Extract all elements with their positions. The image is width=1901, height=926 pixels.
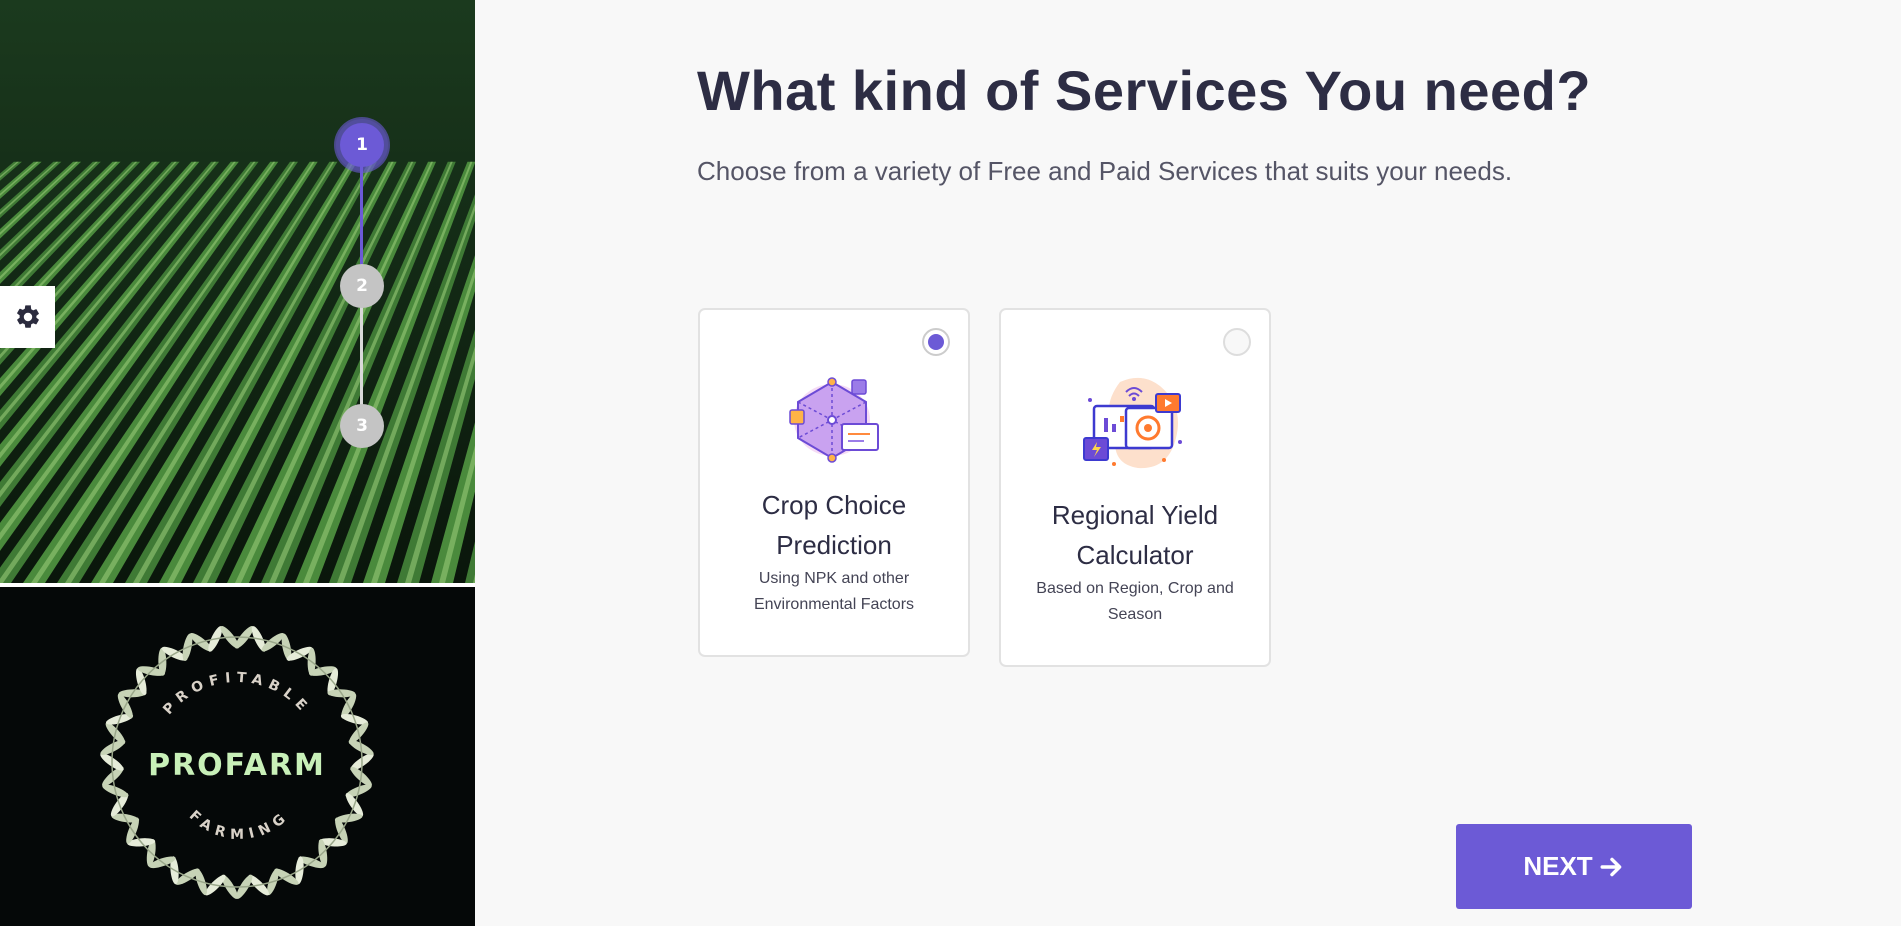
arrow-right-icon: [1600, 857, 1621, 876]
logo-brand: PROFARM: [148, 748, 326, 783]
service-title-crop-choice: Crop Choice Prediction: [700, 485, 968, 565]
svg-text:PROFITABLE: PROFITABLE: [160, 670, 314, 718]
service-title-line1: Crop Choice: [761, 490, 907, 520]
service-desc-crop-choice: Using NPK and other Environmental Factor…: [720, 566, 948, 618]
service-card-crop-choice[interactable]: Crop Choice Prediction Using NPK and oth…: [698, 308, 970, 657]
service-desc-regional-yield: Based on Region, Crop and Season: [1021, 576, 1249, 628]
step-1-label: 1: [356, 135, 368, 155]
service-title-line2: Calculator: [1076, 540, 1194, 570]
step-2-label: 2: [356, 276, 368, 296]
service-card-regional-yield[interactable]: Regional Yield Calculator Based on Regio…: [999, 308, 1271, 667]
service-desc-line1: Based on Region, Crop and: [1036, 580, 1234, 597]
service-desc-line2: Season: [1107, 606, 1163, 623]
page-subtitle: Choose from a variety of Free and Paid S…: [697, 156, 1513, 186]
profarm-logo: PROFITABLE PROFARM FARMING: [100, 625, 374, 899]
gear-icon: [16, 305, 39, 328]
service-desc-line1: Using NPK and other: [758, 570, 910, 587]
service-title-regional-yield: Regional Yield Calculator: [1001, 495, 1269, 575]
crop-field-image: [0, 0, 475, 583]
left-panel: PROFITABLE PROFARM FARMING 1 2 3: [0, 0, 475, 926]
settings-button[interactable]: [0, 286, 55, 348]
svg-text:FARMING: FARMING: [186, 808, 293, 843]
step-2[interactable]: 2: [340, 264, 384, 308]
next-button[interactable]: NEXT: [1456, 824, 1692, 909]
page-title: What kind of Services You need?: [697, 59, 1592, 122]
logo-area: PROFITABLE PROFARM FARMING: [0, 587, 475, 926]
service-desc-line2: Environmental Factors: [753, 596, 915, 613]
network-analysis-icon: [789, 377, 879, 463]
next-button-label: NEXT: [1523, 851, 1593, 881]
logo-top-text: PROFITABLE: [160, 670, 308, 718]
step-3[interactable]: 3: [340, 404, 384, 448]
step-3-label: 3: [356, 416, 368, 436]
service-title-line1: Regional Yield: [1051, 500, 1219, 530]
step-1[interactable]: 1: [340, 123, 384, 167]
service-title-line2: Prediction: [776, 530, 892, 560]
crop-rows-graphic: [0, 0, 475, 583]
service-radio-regional-yield[interactable]: [1223, 328, 1251, 356]
logo-bottom-text: FARMING: [186, 808, 287, 843]
dashboard-analytics-icon: [1083, 377, 1182, 469]
service-radio-crop-choice[interactable]: [922, 328, 950, 356]
